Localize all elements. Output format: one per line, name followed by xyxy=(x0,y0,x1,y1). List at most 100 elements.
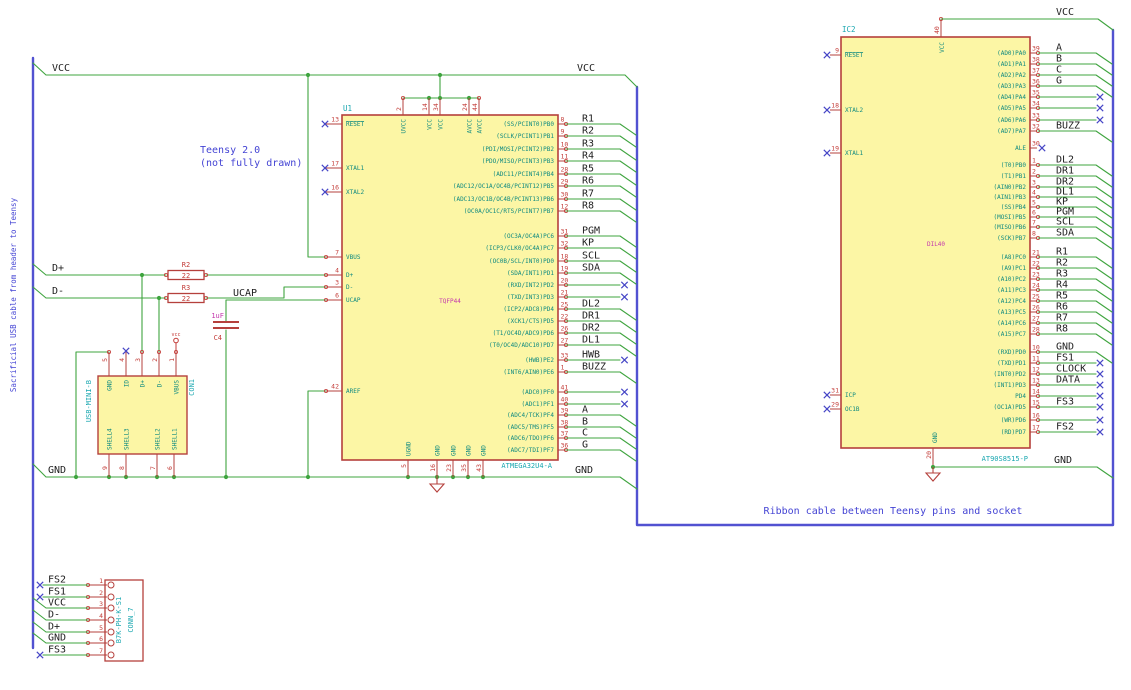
pin-number: 43 xyxy=(475,464,483,472)
net-label-scl: SCL xyxy=(582,251,600,262)
pin-number: 2 xyxy=(99,589,103,597)
component-reference: C4 xyxy=(214,334,222,342)
pin-name: (MOSI)PB5 xyxy=(993,214,1026,221)
pin-number: 39 xyxy=(561,407,569,415)
pin-name: (ICP3/CLK0/OC4A)PC7 xyxy=(485,245,554,252)
pin-name: (A12)PC4 xyxy=(997,298,1026,305)
pin-number: 24 xyxy=(1032,282,1040,290)
net-label-vcc: VCC xyxy=(577,63,595,74)
pin-number: 8 xyxy=(1032,230,1036,238)
net-label-dr1: DR1 xyxy=(582,311,600,322)
pin-number: 6 xyxy=(166,466,174,470)
pin-name: D+ xyxy=(139,380,146,388)
pin-number: 5 xyxy=(1032,199,1036,207)
pin-number: 3 xyxy=(335,279,339,287)
net-label-dr1: DR1 xyxy=(1056,166,1074,177)
pin-name: SHELL4 xyxy=(106,428,113,450)
pin-number: 17 xyxy=(1032,424,1040,432)
pin-number: 4 xyxy=(1032,189,1036,197)
net-label-vcc: VCC xyxy=(1056,7,1074,18)
pin-number: 2 xyxy=(395,107,403,111)
net-label-d-: D- xyxy=(48,610,60,621)
net-label-d+: D+ xyxy=(48,622,60,633)
pin-name: (T0/OC4D/ADC10)PD7 xyxy=(489,342,554,349)
component-value: 22 xyxy=(182,272,190,280)
net-label-pgm: PGM xyxy=(582,226,600,237)
pin-number: 2 xyxy=(151,358,159,362)
pin-name: (ICP2/ADC8)PD4 xyxy=(503,306,554,313)
pin-name: AVCC xyxy=(466,119,473,134)
net-label-b: B xyxy=(1056,54,1062,65)
pin-number: 7 xyxy=(149,466,157,470)
pin-name: (OC1A)PD5 xyxy=(993,404,1026,411)
pin-number: 33 xyxy=(561,352,569,360)
component-reference: R3 xyxy=(182,284,190,292)
pin-name: AVCC xyxy=(476,119,483,134)
pin-number: 7 xyxy=(99,647,103,655)
pin-name: (RXD/INT2)PD2 xyxy=(507,282,554,289)
component-reference: IC2 xyxy=(842,25,856,34)
pin-name: (ADC6/TDO)PF6 xyxy=(507,435,554,442)
net-label-gnd: GND xyxy=(575,465,593,476)
pin-number: 37 xyxy=(1032,67,1040,75)
net-label-hwb: HWB xyxy=(582,350,600,361)
pin-name: VCC xyxy=(437,119,444,130)
pin-number: 8 xyxy=(561,116,565,124)
component-value: 22 xyxy=(182,295,190,303)
pin-number: 31 xyxy=(561,228,569,236)
pin-number: 22 xyxy=(561,313,569,321)
pin-name: GND xyxy=(106,380,113,391)
pin-name: OC1B xyxy=(845,406,860,413)
net-label-c: C xyxy=(582,428,588,439)
net-label-r6: R6 xyxy=(1056,302,1068,313)
pin-name: (ADC1)PF1 xyxy=(521,401,554,408)
component-value: 1uF xyxy=(211,312,224,320)
pin-name: (A15)PC7 xyxy=(997,331,1026,338)
pin-name: (SS/PCINT0)PB0 xyxy=(503,121,554,128)
pin-number: 5 xyxy=(101,358,109,362)
net-label-r1: R1 xyxy=(1056,247,1068,258)
pin-name: (TXD)PD1 xyxy=(997,360,1026,367)
pin-number: 4 xyxy=(99,612,103,620)
pin-name: (A11)PC3 xyxy=(997,287,1026,294)
pin-name: PD4 xyxy=(1015,393,1026,400)
component-footprint: TQFP44 xyxy=(439,298,461,305)
pin-name: (AD4)PA4 xyxy=(997,94,1026,101)
net-label-buzz: BUZZ xyxy=(1056,121,1080,132)
pin-name: (AD2)PA2 xyxy=(997,72,1026,79)
component-value: ATMEGA32U4-A xyxy=(501,462,552,470)
pin-number: 9 xyxy=(101,466,109,470)
pin-name: UCAP xyxy=(346,297,361,304)
pin-name: SHELL3 xyxy=(123,428,130,450)
pin-number: 35 xyxy=(1032,89,1040,97)
pin-number: 21 xyxy=(1032,249,1040,257)
pin-name: SHELL1 xyxy=(171,428,178,450)
net-label-r2: R2 xyxy=(1056,258,1068,269)
pin-number: 2 xyxy=(1032,168,1036,176)
pin-number: 14 xyxy=(421,103,429,111)
conn7-symbol-body[interactable] xyxy=(104,579,144,662)
net-label-gnd: GND xyxy=(1054,455,1072,466)
component-reference: CONN_7 xyxy=(127,607,135,632)
pin-name: (ADC5/TMS)PF5 xyxy=(507,424,554,431)
net-label-dl1: DL1 xyxy=(582,335,600,346)
component-reference: CON1 xyxy=(188,379,196,396)
net-label-kp: KP xyxy=(582,238,594,249)
net-label-b: B xyxy=(582,417,588,428)
pin-name: (TXD/INT3)PD3 xyxy=(507,294,554,301)
net-label-gnd: GND xyxy=(48,465,66,476)
pin-name: (PDO/MISO/PCINT3)PB3 xyxy=(482,158,555,165)
pin-number: 6 xyxy=(335,292,339,300)
pin-number: 23 xyxy=(1032,271,1040,279)
net-label-r1: R1 xyxy=(582,114,594,125)
pin-number: 15 xyxy=(1032,399,1040,407)
pin-number: 44 xyxy=(471,103,479,111)
pin-number: 31 xyxy=(831,387,839,395)
junction-dot xyxy=(305,72,311,78)
pin-name: (RXD)PD0 xyxy=(997,349,1026,356)
pin-number: 3 xyxy=(1032,179,1036,187)
schematic-canvas[interactable]: VCC VCCD+D- UCAPGND GNDR222R3221uFC4U1ATMEG… xyxy=(0,0,1131,690)
pin-number: 19 xyxy=(561,265,569,273)
pin-name: ID xyxy=(123,380,130,388)
pin-name: GND xyxy=(434,445,441,456)
